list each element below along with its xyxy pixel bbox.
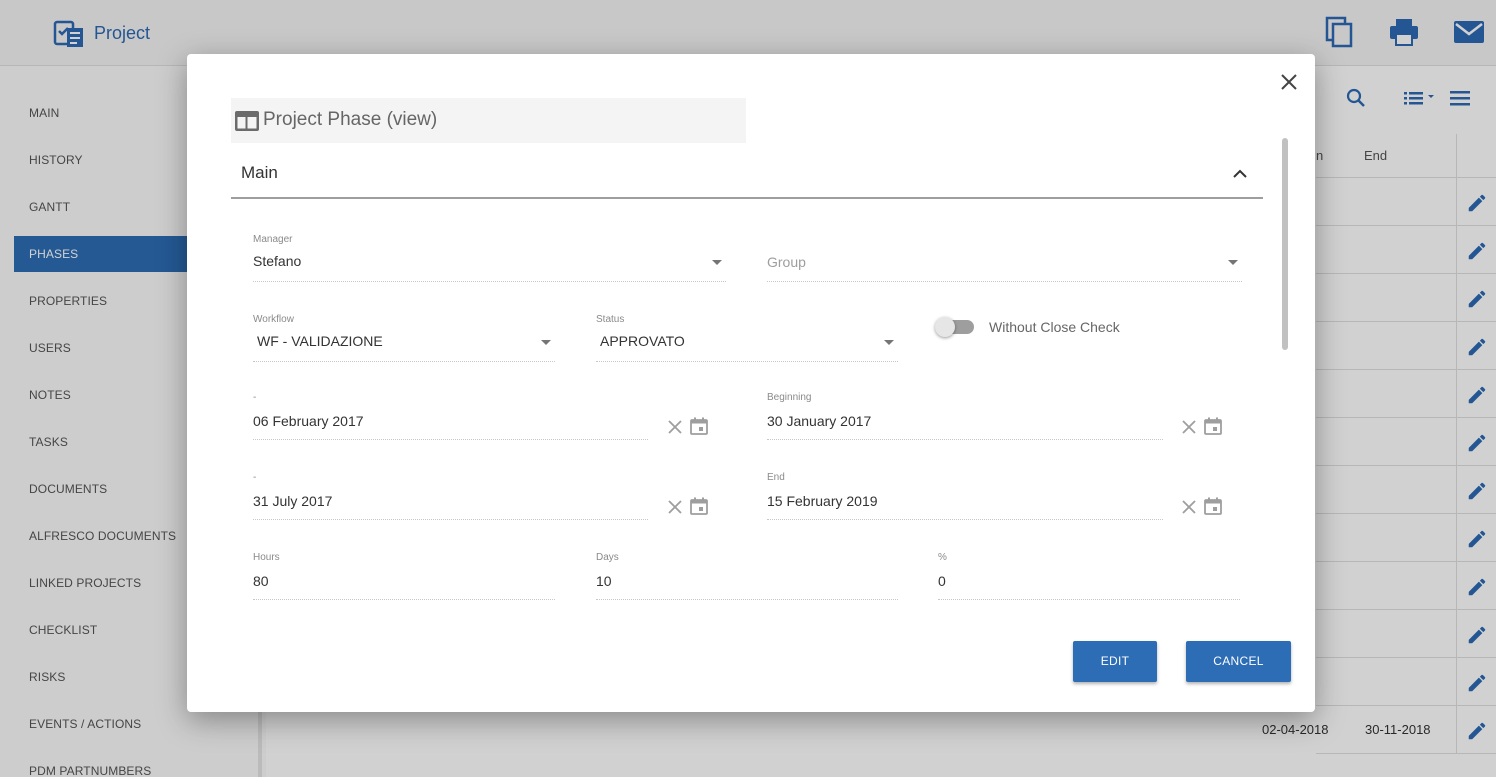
chevron-up-icon[interactable]	[1229, 163, 1251, 185]
beginning-label: Beginning	[767, 392, 812, 403]
date-field-1-value: 06 February 2017	[253, 413, 364, 429]
date-field-2-value: 31 July 2017	[253, 493, 333, 509]
section-main-header[interactable]: Main	[231, 152, 1263, 199]
clear-icon[interactable]	[666, 498, 684, 516]
calendar-icon[interactable]	[689, 416, 709, 436]
hours-value: 80	[253, 573, 269, 589]
days-label: Days	[596, 552, 619, 563]
status-label: Status	[596, 314, 625, 325]
calendar-icon[interactable]	[1203, 416, 1223, 436]
calendar-icon[interactable]	[1203, 496, 1223, 516]
end-date-field[interactable]: End 15 February 2019	[767, 472, 1163, 520]
beginning-value: 30 January 2017	[767, 413, 872, 429]
dropdown-caret-icon	[712, 260, 722, 265]
dialog-title: Project Phase (view)	[263, 109, 438, 130]
end-value: 15 February 2019	[767, 493, 878, 509]
beginning-date-field[interactable]: Beginning 30 January 2017	[767, 392, 1163, 440]
workflow-value: WF - VALIDAZIONE	[257, 333, 383, 349]
hours-field[interactable]: Hours 80	[253, 552, 555, 600]
end-label: End	[767, 472, 785, 483]
dialog-title-bar: Project Phase (view)	[231, 98, 746, 143]
days-field[interactable]: Days 10	[596, 552, 898, 600]
edit-button[interactable]: EDIT	[1073, 641, 1157, 682]
section-title: Main	[241, 163, 278, 182]
date-field-1[interactable]: - 06 February 2017	[253, 392, 648, 440]
without-close-check-toggle[interactable]	[935, 317, 974, 337]
days-value: 10	[596, 573, 612, 589]
percent-value: 0	[938, 573, 946, 589]
percent-field[interactable]: % 0	[938, 552, 1240, 600]
status-select[interactable]: Status APPROVATO	[596, 314, 898, 362]
manager-value: Stefano	[253, 253, 302, 269]
view-panel-icon	[235, 111, 259, 131]
manager-select[interactable]: Manager Stefano	[253, 234, 726, 282]
cancel-button[interactable]: CANCEL	[1186, 641, 1291, 682]
manager-label: Manager	[253, 234, 293, 245]
date-field-2-label: -	[253, 472, 257, 483]
workflow-label: Workflow	[253, 314, 294, 325]
clear-icon[interactable]	[1180, 498, 1198, 516]
toggle-knob	[935, 317, 955, 337]
calendar-icon[interactable]	[689, 496, 709, 516]
hours-label: Hours	[253, 552, 280, 563]
clear-icon[interactable]	[666, 418, 684, 436]
clear-icon[interactable]	[1180, 418, 1198, 436]
group-select[interactable]: Group	[767, 234, 1242, 282]
workflow-select[interactable]: Workflow WF - VALIDAZIONE	[253, 314, 555, 362]
percent-label: %	[938, 552, 947, 563]
close-icon[interactable]	[1277, 70, 1301, 94]
status-value: APPROVATO	[600, 333, 685, 349]
dropdown-caret-icon	[541, 340, 551, 345]
project-phase-dialog: Project Phase (view) Main Manager Stefan…	[187, 54, 1315, 712]
dropdown-caret-icon	[884, 340, 894, 345]
group-placeholder: Group	[767, 254, 806, 270]
date-field-2[interactable]: - 31 July 2017	[253, 472, 648, 520]
without-close-check-label: Without Close Check	[989, 319, 1120, 335]
dropdown-caret-icon	[1228, 260, 1238, 265]
dialog-scrollbar[interactable]	[1282, 138, 1288, 350]
date-field-1-label: -	[253, 392, 257, 403]
